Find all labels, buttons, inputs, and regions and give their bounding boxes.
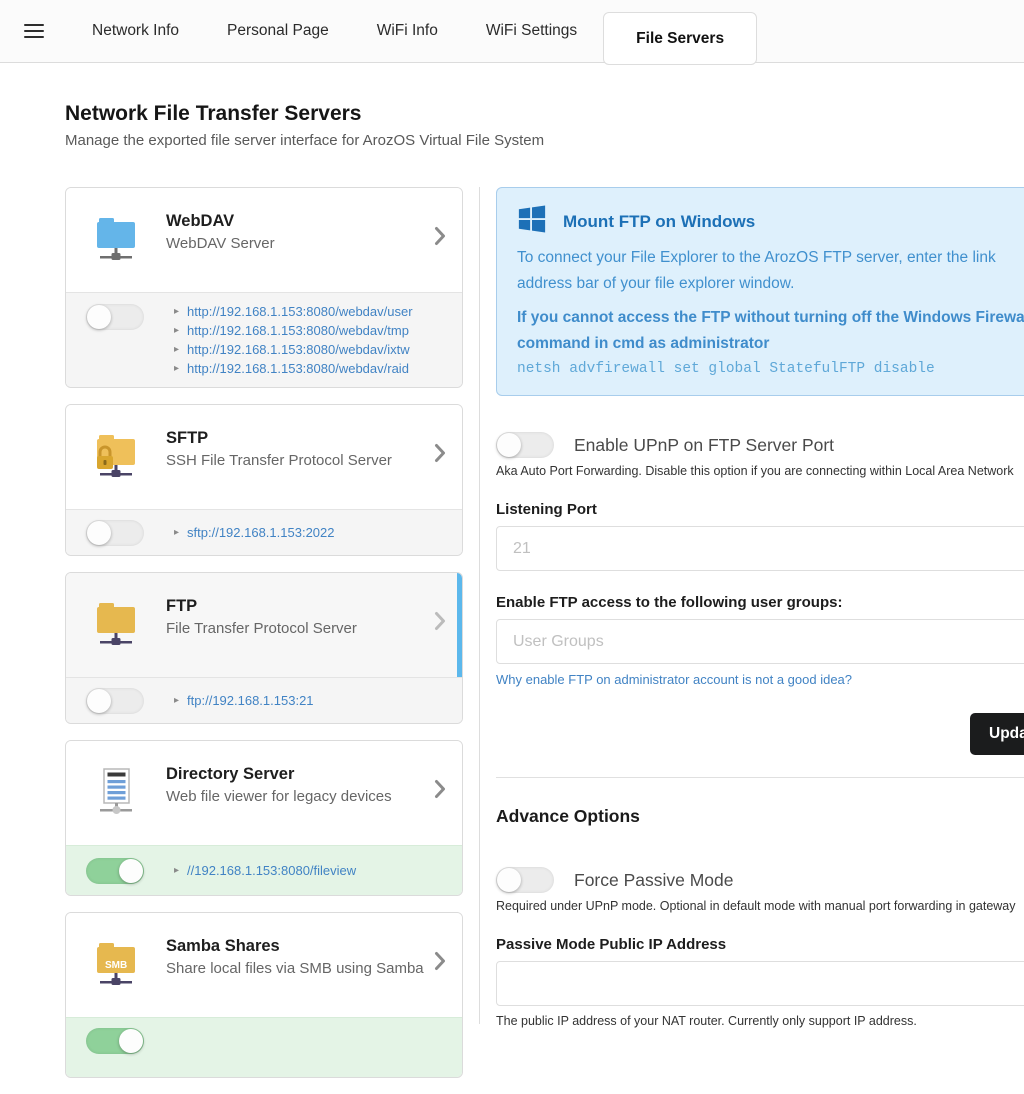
column-divider bbox=[479, 187, 480, 1024]
page-title: Network File Transfer Servers bbox=[65, 102, 361, 126]
ftp-card-header[interactable]: FTP File Transfer Protocol Server bbox=[66, 573, 462, 677]
sftp-enable-toggle[interactable] bbox=[86, 520, 144, 546]
directory-server-card-footer: ▸ //192.168.1.153:8080/fileview bbox=[66, 845, 462, 895]
server-description: SSH File Transfer Protocol Server bbox=[166, 452, 392, 469]
mount-ftp-infobox: Mount FTP on Windows To connect your Fil… bbox=[496, 187, 1024, 396]
tab-wifi-settings[interactable]: WiFi Settings bbox=[486, 22, 577, 40]
force-passive-toggle[interactable] bbox=[496, 867, 554, 893]
force-passive-label: Force Passive Mode bbox=[574, 870, 734, 891]
section-divider bbox=[496, 777, 1024, 778]
page-subtitle: Manage the exported file server interfac… bbox=[65, 132, 544, 149]
chevron-right-icon bbox=[434, 443, 446, 468]
server-name: WebDAV bbox=[166, 212, 275, 231]
infobox-text: To connect your File Explorer to the Aro… bbox=[517, 245, 1024, 271]
chevron-right-icon bbox=[434, 951, 446, 976]
chevron-right-icon bbox=[434, 611, 446, 636]
hamburger-icon[interactable] bbox=[24, 20, 44, 42]
webdav-link[interactable]: http://192.168.1.153:8080/webdav/raid bbox=[187, 359, 409, 378]
webdav-enable-toggle[interactable] bbox=[86, 304, 144, 330]
chevron-right-icon bbox=[434, 779, 446, 804]
upnp-note: Aka Auto Port Forwarding. Disable this o… bbox=[496, 464, 1024, 478]
directory-server-link[interactable]: //192.168.1.153:8080/fileview bbox=[187, 861, 356, 880]
tab-file-servers[interactable]: File Servers bbox=[603, 12, 757, 65]
top-navbar: Network Info Personal Page WiFi Info WiF… bbox=[0, 0, 1024, 63]
firewall-command: netsh advfirewall set global StatefulFTP… bbox=[517, 357, 1024, 381]
upnp-toggle[interactable] bbox=[496, 432, 554, 458]
advance-options-title: Advance Options bbox=[496, 806, 1024, 827]
server-name: SFTP bbox=[166, 429, 392, 448]
infobox-text: address bar of your file explorer window… bbox=[517, 271, 1024, 297]
server-card-ftp[interactable]: FTP File Transfer Protocol Server ▸ ftp:/… bbox=[65, 572, 463, 724]
directory-server-enable-toggle[interactable] bbox=[86, 858, 144, 884]
caret-right-icon: ▸ bbox=[174, 359, 179, 378]
listening-port-input[interactable] bbox=[496, 526, 1024, 571]
ftp-card-footer: ▸ ftp://192.168.1.153:21 bbox=[66, 677, 462, 723]
infobox-title: Mount FTP on Windows bbox=[563, 212, 755, 232]
passive-ip-note: The public IP address of your NAT router… bbox=[496, 1014, 1024, 1028]
caret-right-icon: ▸ bbox=[174, 302, 179, 321]
caret-right-icon: ▸ bbox=[174, 321, 179, 340]
server-name: FTP bbox=[166, 597, 357, 616]
server-description: File Transfer Protocol Server bbox=[166, 620, 357, 637]
directory-server-icon bbox=[92, 765, 140, 815]
ftp-admin-warning-link[interactable]: Why enable FTP on administrator account … bbox=[496, 672, 852, 687]
samba-card-footer bbox=[66, 1017, 462, 1077]
listening-port-label: Listening Port bbox=[496, 501, 1024, 518]
server-list: WebDAV WebDAV Server ▸ http://192.168.1.1… bbox=[65, 187, 463, 1094]
directory-server-card-header[interactable]: Directory Server Web file viewer for leg… bbox=[66, 741, 462, 845]
sftp-link[interactable]: sftp://192.168.1.153:2022 bbox=[187, 523, 334, 542]
chevron-right-icon bbox=[434, 226, 446, 251]
infobox-warning: command in cmd as administrator bbox=[517, 331, 1024, 357]
server-name: Directory Server bbox=[166, 765, 392, 784]
sftp-card-header[interactable]: SFTP SSH File Transfer Protocol Server bbox=[66, 405, 462, 509]
ftp-network-folder-icon bbox=[92, 597, 140, 647]
sftp-locked-folder-icon bbox=[92, 429, 140, 479]
passive-ip-label: Passive Mode Public IP Address bbox=[496, 936, 1024, 953]
ftp-link[interactable]: ftp://192.168.1.153:21 bbox=[187, 691, 314, 710]
force-passive-note: Required under UPnP mode. Optional in de… bbox=[496, 899, 1024, 913]
tab-network-info[interactable]: Network Info bbox=[92, 22, 179, 40]
upnp-toggle-label: Enable UPnP on FTP Server Port bbox=[574, 435, 834, 456]
svg-text:SMB: SMB bbox=[105, 960, 127, 971]
tab-personal-page[interactable]: Personal Page bbox=[227, 22, 329, 40]
passive-ip-input[interactable] bbox=[496, 961, 1024, 1006]
server-card-samba[interactable]: SMB Samba Shares Share local files via S… bbox=[65, 912, 463, 1078]
ftp-settings-panel: Mount FTP on Windows To connect your Fil… bbox=[496, 187, 1024, 1028]
server-card-directory-server[interactable]: Directory Server Web file viewer for leg… bbox=[65, 740, 463, 896]
server-description: WebDAV Server bbox=[166, 235, 275, 252]
samba-card-header[interactable]: SMB Samba Shares Share local files via S… bbox=[66, 913, 462, 1017]
user-groups-input[interactable] bbox=[496, 619, 1024, 664]
tab-wifi-info[interactable]: WiFi Info bbox=[377, 22, 438, 40]
server-card-sftp[interactable]: SFTP SSH File Transfer Protocol Server ▸… bbox=[65, 404, 463, 556]
server-description: Web file viewer for legacy devices bbox=[166, 788, 392, 805]
webdav-link[interactable]: http://192.168.1.153:8080/webdav/user bbox=[187, 302, 413, 321]
smb-folder-icon: SMB bbox=[92, 937, 140, 987]
server-card-webdav[interactable]: WebDAV WebDAV Server ▸ http://192.168.1.1… bbox=[65, 187, 463, 388]
webdav-card-footer: ▸ http://192.168.1.153:8080/webdav/user ▸… bbox=[66, 292, 462, 387]
webdav-card-header[interactable]: WebDAV WebDAV Server bbox=[66, 188, 462, 292]
update-button[interactable]: Update bbox=[970, 713, 1024, 755]
server-description: Share local files via SMB using Samba bbox=[166, 960, 424, 977]
caret-right-icon: ▸ bbox=[174, 340, 179, 359]
infobox-warning: If you cannot access the FTP without tur… bbox=[517, 305, 1024, 331]
webdav-link[interactable]: http://192.168.1.153:8080/webdav/tmp bbox=[187, 321, 409, 340]
user-groups-label: Enable FTP access to the following user … bbox=[496, 594, 1024, 611]
webdav-link[interactable]: http://192.168.1.153:8080/webdav/ixtw bbox=[187, 340, 410, 359]
sftp-card-footer: ▸ sftp://192.168.1.153:2022 bbox=[66, 509, 462, 555]
caret-right-icon: ▸ bbox=[174, 861, 179, 880]
caret-right-icon: ▸ bbox=[174, 691, 179, 710]
server-name: Samba Shares bbox=[166, 937, 424, 956]
windows-logo-icon bbox=[517, 204, 547, 239]
webdav-network-folder-icon bbox=[92, 212, 140, 262]
ftp-enable-toggle[interactable] bbox=[86, 688, 144, 714]
caret-right-icon: ▸ bbox=[174, 523, 179, 542]
samba-enable-toggle[interactable] bbox=[86, 1028, 144, 1054]
